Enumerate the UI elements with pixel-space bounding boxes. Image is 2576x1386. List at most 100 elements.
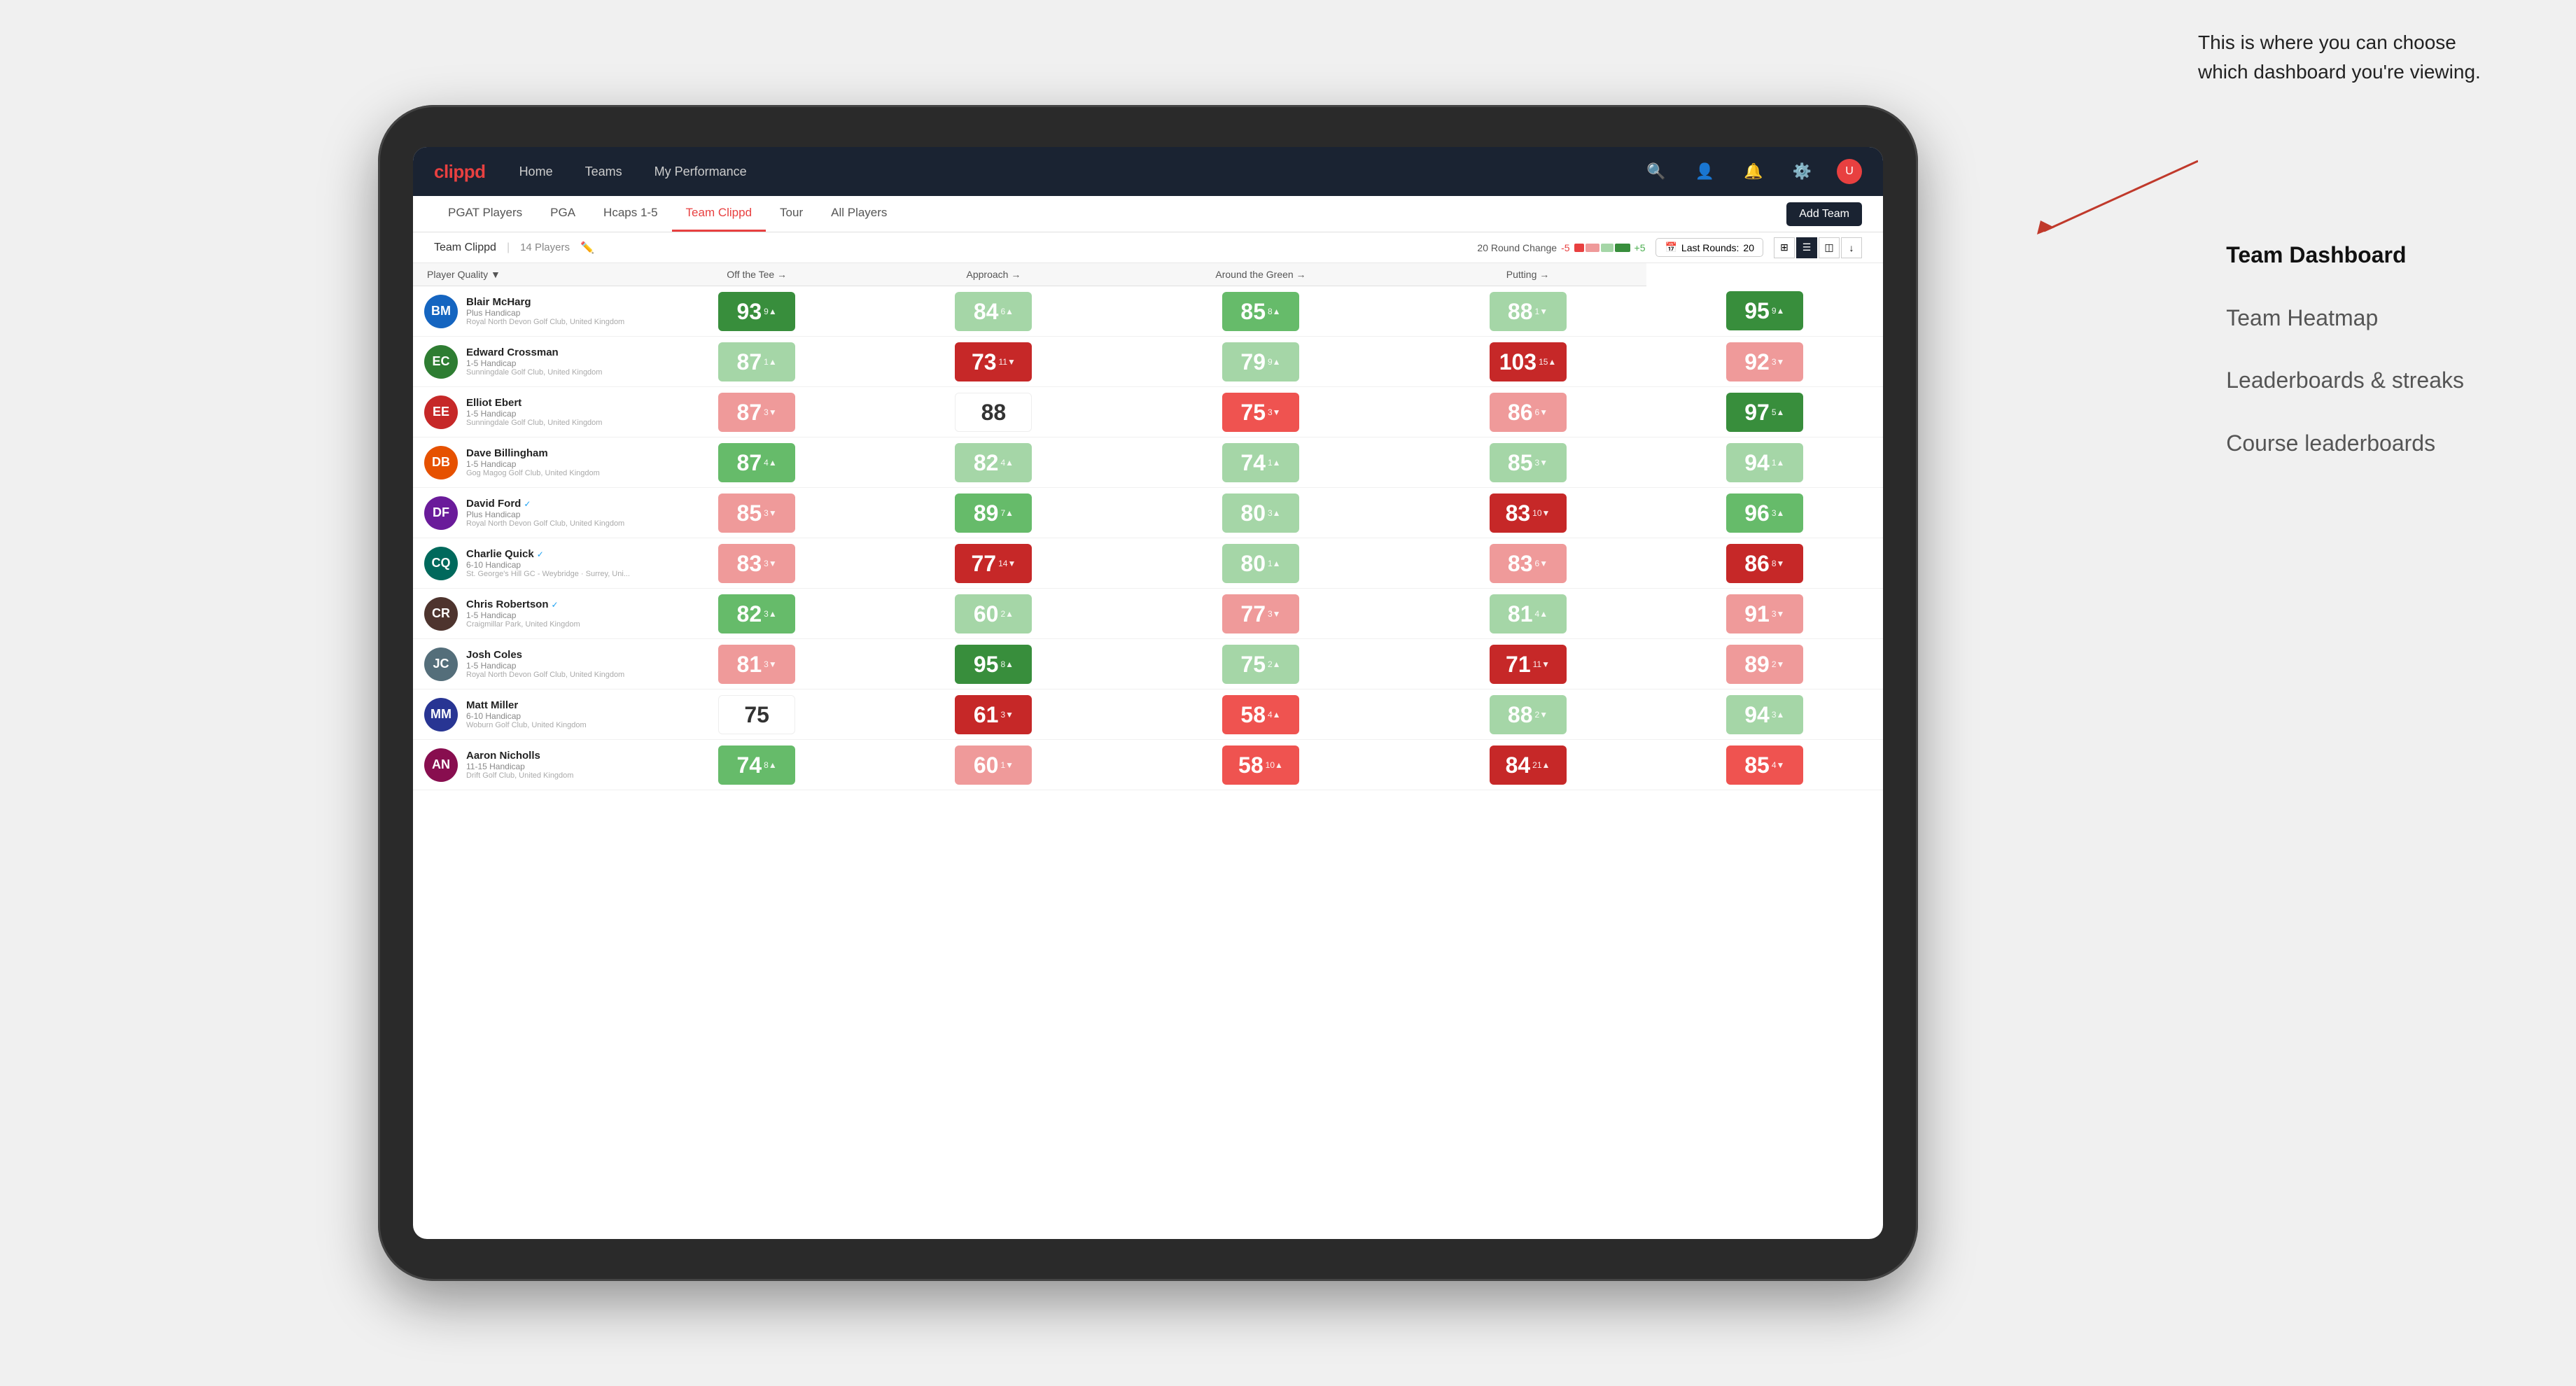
score-change: 1▼: [1535, 307, 1548, 316]
player-cell-0[interactable]: BMBlair McHargPlus HandicapRoyal North D…: [413, 286, 638, 337]
player-cell-3[interactable]: DBDave Billingham1-5 HandicapGog Magog G…: [413, 438, 638, 488]
score-value: 95: [1744, 300, 1770, 322]
player-club: Royal North Devon Golf Club, United King…: [466, 318, 630, 326]
table-row[interactable]: CRChris Robertson✓1-5 HandicapCraigmilla…: [413, 589, 1883, 639]
col-putting[interactable]: Putting →: [1409, 263, 1646, 286]
player-name: Blair McHarg: [466, 296, 531, 308]
player-avatar: BM: [424, 295, 458, 328]
grid-view-button[interactable]: ⊞: [1774, 237, 1795, 258]
subnav-hcaps[interactable]: Hcaps 1-5: [589, 196, 671, 232]
table-row[interactable]: EEElliot Ebert1-5 HandicapSunningdale Go…: [413, 387, 1883, 438]
subnav-team-clippd[interactable]: Team Clippd: [672, 196, 766, 232]
change-bar: [1574, 244, 1630, 252]
change-pos: +5: [1634, 242, 1646, 253]
player-cell-6[interactable]: CRChris Robertson✓1-5 HandicapCraigmilla…: [413, 589, 638, 639]
sub-nav: PGAT Players PGA Hcaps 1-5 Team Clippd T…: [413, 196, 1883, 232]
score-change: 3▼: [1268, 407, 1281, 417]
verified-icon: ✓: [537, 550, 544, 559]
score-value: 60: [974, 603, 999, 625]
player-handicap: 6-10 Handicap: [466, 711, 630, 721]
player-cell-8[interactable]: MMMatt Miller6-10 HandicapWoburn Golf Cl…: [413, 690, 638, 740]
score-change: 14▼: [998, 559, 1016, 568]
table-row[interactable]: JCJosh Coles1-5 HandicapRoyal North Devo…: [413, 639, 1883, 690]
score-change: 11▼: [1533, 659, 1550, 669]
score-cell-8-3: 882▼: [1409, 690, 1646, 740]
score-value: 84: [1506, 754, 1531, 776]
player-club: Gog Magog Golf Club, United Kingdom: [466, 469, 630, 477]
table-row[interactable]: DFDavid Ford✓Plus HandicapRoyal North De…: [413, 488, 1883, 538]
score-change: 3▲: [1772, 508, 1785, 518]
player-handicap: Plus Handicap: [466, 510, 630, 519]
player-avatar: CR: [424, 597, 458, 631]
table-row[interactable]: DBDave Billingham1-5 HandicapGog Magog G…: [413, 438, 1883, 488]
score-change: 4▲: [1000, 458, 1014, 468]
last-rounds-button[interactable]: 📅 Last Rounds: 20: [1656, 238, 1763, 257]
table-row[interactable]: MMMatt Miller6-10 HandicapWoburn Golf Cl…: [413, 690, 1883, 740]
score-cell-7-0: 813▼: [638, 639, 875, 690]
score-change: 1▲: [1772, 458, 1785, 468]
score-change: 8▼: [1772, 559, 1785, 568]
score-cell-5-3: 836▼: [1409, 538, 1646, 589]
table-row[interactable]: BMBlair McHargPlus HandicapRoyal North D…: [413, 286, 1883, 337]
change-neg: -5: [1561, 242, 1569, 253]
score-cell-5-2: 801▲: [1112, 538, 1410, 589]
score-change: 2▼: [1772, 659, 1785, 669]
download-button[interactable]: ↓: [1841, 237, 1862, 258]
score-change: 2▲: [1000, 609, 1014, 619]
col-around-green[interactable]: Around the Green →: [1112, 263, 1410, 286]
person-icon[interactable]: 👤: [1691, 158, 1718, 185]
score-value: 82: [974, 451, 999, 474]
player-cell-9[interactable]: ANAaron Nicholls11-15 HandicapDrift Golf…: [413, 740, 638, 790]
score-value: 86: [1508, 401, 1533, 424]
notifications-icon[interactable]: 🔔: [1740, 158, 1767, 185]
player-club: Sunningdale Golf Club, United Kingdom: [466, 419, 630, 427]
score-value: 77: [1240, 603, 1266, 625]
top-nav: clippd Home Teams My Performance 🔍 👤 🔔 ⚙…: [413, 147, 1883, 196]
last-rounds-label: Last Rounds:: [1681, 242, 1740, 253]
player-name: Matt Miller: [466, 699, 518, 711]
player-cell-4[interactable]: DFDavid Ford✓Plus HandicapRoyal North De…: [413, 488, 638, 538]
card-view-button[interactable]: ◫: [1819, 237, 1840, 258]
score-value: 97: [1744, 401, 1770, 424]
player-cell-7[interactable]: JCJosh Coles1-5 HandicapRoyal North Devo…: [413, 639, 638, 690]
score-cell-4-4: 963▲: [1646, 488, 1883, 538]
player-name: Dave Billingham: [466, 447, 548, 459]
round-change: 20 Round Change -5 +5: [1477, 242, 1645, 253]
score-cell-5-0: 833▼: [638, 538, 875, 589]
subnav-pga[interactable]: PGA: [536, 196, 589, 232]
table-row[interactable]: ANAaron Nicholls11-15 HandicapDrift Golf…: [413, 740, 1883, 790]
col-off-tee[interactable]: Off the Tee →: [638, 263, 875, 286]
nav-my-performance[interactable]: My Performance: [649, 162, 752, 182]
col-approach[interactable]: Approach →: [875, 263, 1112, 286]
score-cell-3-1: 824▲: [875, 438, 1112, 488]
player-cell-1[interactable]: ECEdward Crossman1-5 HandicapSunningdale…: [413, 337, 638, 387]
player-cell-2[interactable]: EEElliot Ebert1-5 HandicapSunningdale Go…: [413, 387, 638, 438]
settings-icon[interactable]: ⚙️: [1788, 158, 1816, 185]
score-value: 75: [1240, 401, 1266, 424]
score-value: 87: [737, 401, 762, 424]
score-value: 92: [1744, 351, 1770, 373]
subnav-tour[interactable]: Tour: [766, 196, 817, 232]
score-value: 81: [737, 653, 762, 676]
edit-icon[interactable]: ✏️: [580, 241, 594, 255]
score-value: 85: [1744, 754, 1770, 776]
verified-icon: ✓: [552, 600, 559, 610]
nav-home[interactable]: Home: [514, 162, 559, 182]
add-team-button[interactable]: Add Team: [1786, 202, 1862, 226]
table-row[interactable]: ECEdward Crossman1-5 HandicapSunningdale…: [413, 337, 1883, 387]
player-name: David Ford: [466, 498, 521, 510]
user-avatar[interactable]: U: [1837, 159, 1862, 184]
score-value: 89: [1744, 653, 1770, 676]
content-area: Player Quality ▼ Off the Tee → Approach …: [413, 263, 1883, 1239]
col-player-quality[interactable]: Player Quality ▼: [413, 263, 638, 286]
table-wrapper[interactable]: Player Quality ▼ Off the Tee → Approach …: [413, 263, 1883, 1239]
player-cell-5[interactable]: CQCharlie Quick✓6-10 HandicapSt. George'…: [413, 538, 638, 589]
subnav-all-players[interactable]: All Players: [817, 196, 901, 232]
search-icon[interactable]: 🔍: [1642, 158, 1670, 185]
table-row[interactable]: CQCharlie Quick✓6-10 HandicapSt. George'…: [413, 538, 1883, 589]
subnav-pgat[interactable]: PGAT Players: [434, 196, 536, 232]
player-club: Drift Golf Club, United Kingdom: [466, 771, 630, 780]
score-value: 81: [1508, 603, 1533, 625]
list-view-button[interactable]: ☰: [1796, 237, 1817, 258]
nav-teams[interactable]: Teams: [580, 162, 628, 182]
